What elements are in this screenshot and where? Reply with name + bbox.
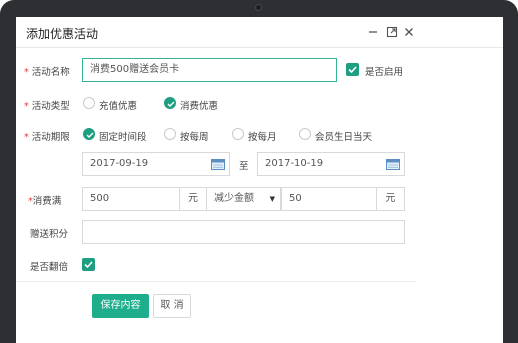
type-option-recharge-label: 充值优惠 bbox=[99, 101, 138, 112]
dialog: 添加优惠活动 * 活动名称 消费500赠送会员卡 是否启用 * 活动类型 充值优… bbox=[16, 17, 503, 343]
divider bbox=[16, 281, 416, 282]
minimize-icon[interactable] bbox=[366, 25, 380, 39]
points-input[interactable] bbox=[82, 220, 405, 244]
period-label: * 活动期限 bbox=[24, 132, 70, 143]
spend-label: *消费满 bbox=[28, 196, 62, 207]
reduce-mode-select[interactable]: 减少金额 ▼ bbox=[207, 187, 281, 211]
period-option-birthday-label: 会员生日当天 bbox=[315, 132, 373, 143]
maximize-icon[interactable] bbox=[385, 25, 399, 39]
reduce-amount-input[interactable]: 50 bbox=[281, 187, 377, 211]
name-label: * 活动名称 bbox=[24, 67, 70, 78]
period-option-monthly[interactable] bbox=[232, 128, 244, 140]
type-option-recharge[interactable] bbox=[83, 97, 95, 109]
save-button[interactable]: 保存内容 bbox=[92, 294, 149, 318]
reduce-mode-value: 减少金额 bbox=[214, 193, 254, 204]
dialog-title: 添加优惠活动 bbox=[26, 27, 99, 41]
period-option-fixed-label: 固定时间段 bbox=[99, 132, 147, 143]
dialog-titlebar: 添加优惠活动 bbox=[16, 17, 503, 48]
check-icon bbox=[84, 261, 93, 269]
double-label: 是否翻倍 bbox=[30, 262, 69, 273]
start-date-input[interactable]: 2017-09-19 bbox=[82, 152, 230, 176]
cancel-button[interactable]: 取 消 bbox=[153, 294, 191, 318]
period-option-monthly-label: 按每月 bbox=[248, 132, 277, 143]
type-option-consume[interactable] bbox=[164, 97, 176, 109]
spend-unit: 元 bbox=[180, 187, 207, 211]
type-option-consume-label: 消费优惠 bbox=[180, 101, 219, 112]
laptop-frame: 添加优惠活动 * 活动名称 消费500赠送会员卡 是否启用 * 活动类型 充值优… bbox=[0, 0, 518, 343]
check-icon bbox=[167, 101, 175, 107]
activity-name-input[interactable]: 消费500赠送会员卡 bbox=[82, 58, 337, 82]
calendar-icon[interactable] bbox=[386, 159, 400, 170]
period-option-fixed[interactable] bbox=[83, 128, 95, 140]
double-checkbox[interactable] bbox=[82, 258, 95, 271]
spend-amount-input[interactable]: 500 bbox=[82, 187, 180, 211]
period-option-weekly[interactable] bbox=[164, 128, 176, 140]
date-separator: 至 bbox=[239, 161, 249, 172]
check-icon bbox=[348, 66, 357, 74]
end-date-input[interactable]: 2017-10-19 bbox=[257, 152, 405, 176]
calendar-icon[interactable] bbox=[211, 159, 225, 170]
enable-label: 是否启用 bbox=[365, 67, 404, 78]
points-label: 赠送积分 bbox=[30, 229, 69, 240]
start-date-value: 2017-09-19 bbox=[90, 158, 149, 169]
caret-down-icon: ▼ bbox=[269, 195, 275, 203]
check-icon bbox=[86, 132, 94, 138]
end-date-value: 2017-10-19 bbox=[265, 158, 324, 169]
period-option-weekly-label: 按每周 bbox=[180, 132, 209, 143]
close-icon[interactable] bbox=[402, 25, 416, 39]
reduce-unit: 元 bbox=[377, 187, 405, 211]
enable-checkbox[interactable] bbox=[346, 63, 359, 76]
type-label: * 活动类型 bbox=[24, 101, 70, 112]
period-option-birthday[interactable] bbox=[299, 128, 311, 140]
camera-dot bbox=[255, 4, 262, 11]
